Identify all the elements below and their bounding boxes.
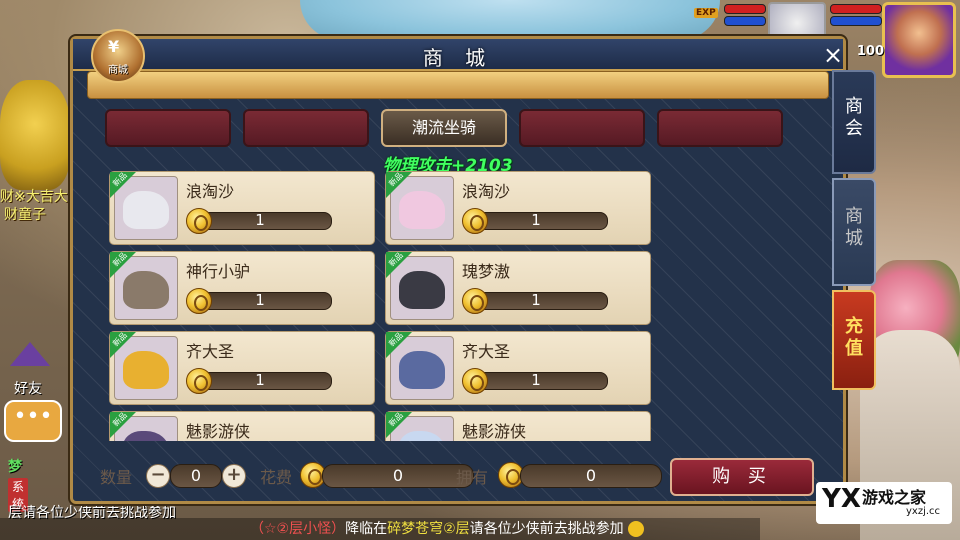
friends-hat-icon bbox=[10, 342, 50, 366]
item-card[interactable]: 新品 瑰梦滶 1 bbox=[385, 251, 651, 325]
watermark-mark: YX bbox=[822, 484, 861, 514]
side-tab-shop-label: 商 城 bbox=[845, 206, 863, 249]
item-card[interactable]: 新品 神行小驴 1 bbox=[109, 251, 375, 325]
player-level: 100 bbox=[856, 44, 884, 59]
cost-value: 0 bbox=[322, 464, 474, 488]
quantity-label: 数量 bbox=[100, 468, 133, 487]
item-grid: 新品 浪淘沙 1 新品 浪淘沙 1 新品 神行小驴 1 新品 瑰梦滶 1 新品 … bbox=[109, 171, 654, 441]
npc-name-text: 财童子 bbox=[4, 207, 46, 223]
side-tab-guild[interactable]: 商 会 bbox=[832, 70, 876, 174]
fountain-pool bbox=[300, 0, 720, 40]
quantity-field[interactable]: 0 bbox=[170, 464, 222, 488]
chat-text-2: 请各位少侠前去挑战参加 bbox=[469, 521, 624, 537]
tab-category-4[interactable] bbox=[519, 109, 645, 147]
item-name: 瑰梦滶 bbox=[462, 262, 511, 281]
buy-button[interactable]: 购 买 bbox=[670, 458, 814, 496]
friends-button[interactable]: 好友 bbox=[4, 340, 56, 397]
chat-prefix: （☆②层小怪） bbox=[250, 521, 346, 537]
side-tab-recharge[interactable]: 充 值 bbox=[832, 290, 876, 390]
player-hp-bar bbox=[830, 4, 882, 14]
close-button[interactable]: × bbox=[819, 41, 847, 69]
item-name: 神行小驴 bbox=[186, 262, 251, 281]
hp-bar bbox=[724, 4, 766, 14]
side-tab-shop[interactable]: 商 城 bbox=[832, 178, 876, 286]
npc-title-text: 财※大吉大 bbox=[0, 189, 68, 205]
coin-icon bbox=[462, 368, 488, 394]
owned-label: 拥有 bbox=[456, 468, 489, 487]
coin-icon bbox=[186, 368, 212, 394]
player-portrait[interactable] bbox=[882, 2, 956, 78]
item-name: 浪淘沙 bbox=[186, 182, 235, 201]
system-chat-line: （☆②层小怪）降临在碎梦苍穹②层请各位少侠前去挑战参加 bbox=[0, 518, 760, 540]
mp-bar bbox=[724, 16, 766, 26]
tab-trendy-mounts[interactable]: 潮流坐骑 bbox=[381, 109, 507, 147]
friends-label: 好友 bbox=[14, 381, 42, 397]
item-card[interactable]: 新品 齐大圣 1 bbox=[109, 331, 375, 405]
item-card[interactable]: 新品 浪淘沙 1 bbox=[385, 171, 651, 245]
watermark-name: 游戏之家 bbox=[862, 488, 927, 507]
plus-button[interactable]: + bbox=[222, 464, 246, 488]
watermark-url: yxzj.cc bbox=[906, 506, 941, 517]
shop-emblem-label: 商城 bbox=[108, 65, 128, 76]
shop-titlebar: 商 城 × bbox=[73, 39, 843, 71]
golden-dragon-npc[interactable] bbox=[0, 80, 70, 190]
coin-icon bbox=[462, 288, 488, 314]
chat-place-link[interactable]: 碎梦苍穹②层 bbox=[387, 521, 470, 537]
coin-icon bbox=[462, 208, 488, 234]
exp-badge: EXP bbox=[694, 8, 718, 18]
shop-emblem-icon: ¥ 商城 bbox=[91, 29, 145, 83]
title-ribbon bbox=[87, 71, 829, 99]
owned-value: 0 bbox=[520, 464, 662, 488]
tab-category-1[interactable] bbox=[105, 109, 231, 147]
item-name: 魅影游侠 bbox=[186, 422, 251, 441]
yen-icon: ¥ bbox=[108, 37, 120, 56]
player-mp-bar bbox=[830, 16, 882, 26]
shop-panel: 商 城 × ¥ 商城 潮流坐骑 物理攻击+2103 新品 浪淘沙 1 新品 浪淘… bbox=[70, 29, 846, 504]
tab-category-2[interactable] bbox=[243, 109, 369, 147]
minus-button[interactable]: − bbox=[146, 464, 170, 488]
tab-category-5[interactable] bbox=[657, 109, 783, 147]
smiley-icon bbox=[627, 521, 644, 537]
coin-icon bbox=[186, 288, 212, 314]
item-name: 齐大圣 bbox=[462, 342, 511, 361]
side-tab-recharge-label: 充 值 bbox=[845, 316, 863, 359]
item-name: 齐大圣 bbox=[186, 342, 235, 361]
item-card[interactable]: 新品 齐大圣 1 bbox=[385, 331, 651, 405]
item-card[interactable]: 新品 魅影游侠 bbox=[385, 411, 651, 441]
side-tab-guild-label: 商 会 bbox=[845, 96, 863, 139]
site-watermark-logo: YX 游戏之家 yxzj.cc bbox=[816, 482, 952, 524]
chat-bubble-icon[interactable]: ••• bbox=[4, 400, 62, 442]
item-card[interactable]: 新品 浪淘沙 1 bbox=[109, 171, 375, 245]
item-card[interactable]: 新品 魅影游侠 bbox=[109, 411, 375, 441]
shop-title: 商 城 bbox=[422, 46, 494, 70]
chat-text-1: 降临在 bbox=[345, 521, 388, 537]
coin-icon bbox=[186, 208, 212, 234]
item-name: 浪淘沙 bbox=[462, 182, 511, 201]
purchase-bar: 数量 − 0 + 花费 0 拥有 0 购 买 bbox=[100, 456, 820, 496]
cost-label: 花费 bbox=[260, 468, 293, 487]
item-name: 魅影游侠 bbox=[462, 422, 527, 441]
